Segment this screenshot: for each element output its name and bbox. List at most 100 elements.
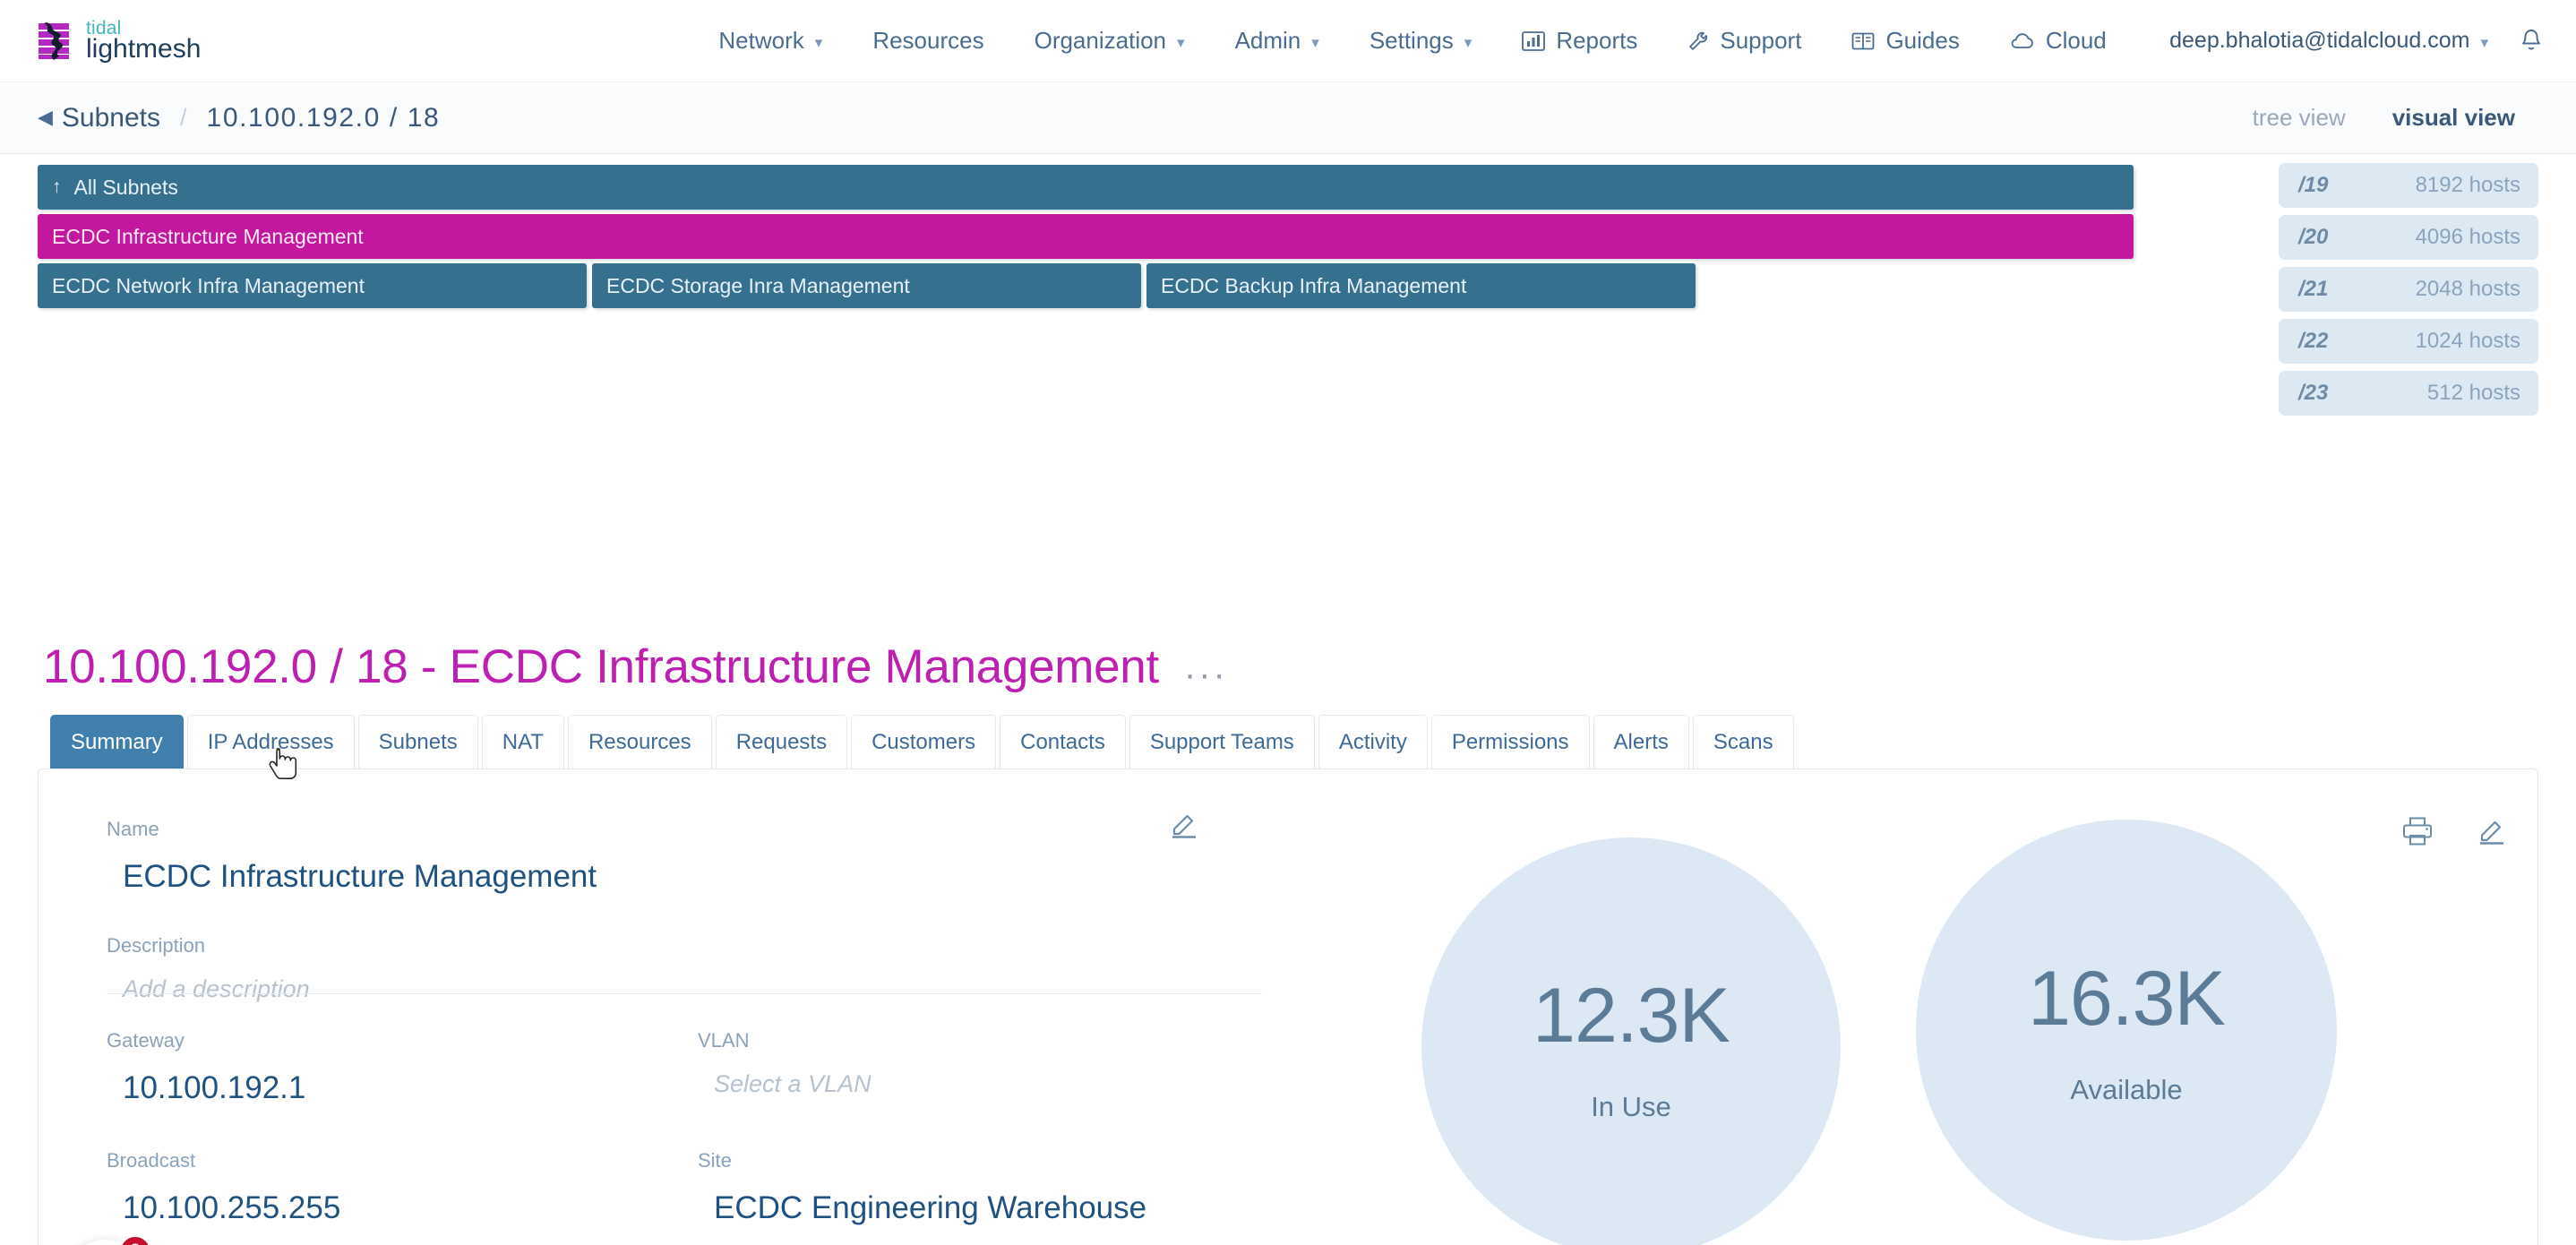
nav-label: Support — [1720, 27, 1802, 54]
nav-label: Organization — [1034, 27, 1167, 54]
primary-nav: Network ▾ Resources Organization ▾ Admin… — [693, 14, 2131, 68]
chevron-down-icon: ▾ — [2480, 34, 2488, 51]
tab-scans[interactable]: Scans — [1692, 715, 1794, 768]
nav-item-network[interactable]: Network ▾ — [693, 14, 847, 68]
field-divider — [107, 993, 1262, 994]
site-value[interactable]: ECDC Engineering Warehouse — [698, 1190, 1289, 1226]
chevron-down-icon: ▾ — [1311, 34, 1319, 51]
cidr-prefix: /23 — [2298, 381, 2329, 405]
page-title-row: 10.100.192.0 / 18 - ECDC Infrastructure … — [43, 640, 1228, 694]
cidr-legend-row: /20 4096 hosts — [2279, 215, 2538, 260]
user-email-label: deep.bhalotia@tidalcloud.com — [2169, 28, 2470, 53]
subnet-bar-label: ECDC Backup Infra Management — [1161, 273, 1467, 297]
cidr-prefix: /21 — [2298, 277, 2329, 301]
summary-fields-grid: Gateway 10.100.192.1 VLAN Select a VLAN … — [107, 1029, 1271, 1226]
nav-item-organization[interactable]: Organization ▾ — [1009, 14, 1210, 68]
subnet-map-row-1: ECDC Infrastructure Management — [38, 214, 2205, 261]
summary-card: Name ECDC Infrastructure Management Desc… — [38, 768, 2538, 1245]
cidr-hosts: 512 hosts — [2426, 381, 2520, 405]
site-field: Site ECDC Engineering Warehouse — [698, 1149, 1289, 1226]
chevron-down-icon: ▾ — [1464, 34, 1473, 51]
tab-label: Resources — [588, 729, 691, 754]
tree-view-button[interactable]: tree view — [2229, 104, 2369, 132]
description-label: Description — [107, 934, 206, 957]
tab-resources[interactable]: Resources — [567, 715, 712, 768]
breadcrumb-current: 10.100.192.0 / 18 — [206, 102, 441, 133]
tab-ip-addresses[interactable]: IP Addresses — [186, 715, 355, 768]
tab-support-teams[interactable]: Support Teams — [1129, 715, 1315, 768]
subnet-bar-all-subnets[interactable]: ↑ All Subnets — [38, 165, 2134, 210]
tab-summary[interactable]: Summary — [50, 715, 184, 768]
tab-label: Activity — [1338, 729, 1407, 754]
cloud-icon — [2010, 32, 2035, 50]
tab-label: NAT — [502, 729, 544, 754]
notifications-bell-icon[interactable] — [2519, 28, 2544, 55]
gateway-value[interactable]: 10.100.192.1 — [107, 1070, 698, 1106]
name-label: Name — [107, 818, 159, 840]
name-edit-pencil-icon[interactable] — [1169, 811, 1199, 844]
brand-logo[interactable]: tidal lightmesh — [36, 18, 202, 64]
subnet-visual-map: ↑ All Subnets ECDC Infrastructure Manage… — [38, 165, 2205, 313]
description-input[interactable]: Add a description — [107, 975, 1262, 1003]
cidr-prefix: /20 — [2298, 225, 2329, 249]
nav-label: Network — [718, 27, 804, 54]
nav-item-support[interactable]: Support — [1662, 14, 1826, 68]
tab-label: Support Teams — [1149, 729, 1294, 754]
user-menu[interactable]: deep.bhalotia@tidalcloud.com ▾ — [2144, 14, 2488, 68]
arrow-up-icon: ↑ — [52, 176, 62, 197]
brand-wordmark: tidal lightmesh — [86, 18, 202, 64]
broadcast-value: 10.100.255.255 — [123, 1190, 341, 1225]
tab-alerts[interactable]: Alerts — [1593, 715, 1689, 768]
vlan-select[interactable]: Select a VLAN — [698, 1070, 1289, 1098]
breadcrumb-separator: / — [180, 104, 187, 131]
nav-item-reports[interactable]: Reports — [1497, 14, 1662, 68]
nav-item-cloud[interactable]: Cloud — [1985, 14, 2132, 68]
nav-item-settings[interactable]: Settings ▾ — [1344, 14, 1498, 68]
lightmesh-logo-icon — [36, 21, 73, 61]
cidr-legend: /19 8192 hosts /20 4096 hosts /21 2048 h… — [2279, 163, 2538, 416]
nav-label: Reports — [1556, 27, 1638, 54]
tab-label: IP Addresses — [207, 729, 334, 754]
subnet-bar-label: All Subnets — [73, 175, 178, 199]
chart-bar-icon — [1522, 30, 1546, 52]
cidr-legend-row: /19 8192 hosts — [2279, 163, 2538, 208]
gateway-label: Gateway — [107, 1029, 185, 1052]
subnet-bar-ecdc-backup-infra-management[interactable]: ECDC Backup Infra Management — [1146, 263, 1696, 308]
broadcast-field: Broadcast 10.100.255.255 — [107, 1149, 698, 1226]
page-title: 10.100.192.0 / 18 - ECDC Infrastructure … — [43, 640, 1159, 693]
tab-label: Scans — [1713, 729, 1773, 754]
tab-label: Permissions — [1451, 729, 1569, 754]
subnet-map-row-2: ECDC Network Infra Management ECDC Stora… — [38, 263, 2205, 310]
nav-item-resources[interactable]: Resources — [847, 14, 1009, 68]
brand-line-2: lightmesh — [86, 33, 202, 64]
stat-circle-in-use: 12.3K In Use — [1421, 837, 1841, 1245]
subnet-bar-ecdc-storage-inra-management[interactable]: ECDC Storage Inra Management — [592, 263, 1141, 308]
wrench-icon — [1687, 30, 1709, 52]
tab-permissions[interactable]: Permissions — [1430, 715, 1590, 768]
tab-contacts[interactable]: Contacts — [1000, 715, 1126, 768]
visual-view-button[interactable]: visual view — [2369, 104, 2538, 132]
tab-customers[interactable]: Customers — [851, 715, 997, 768]
nav-right-cluster: deep.bhalotia@tidalcloud.com ▾ — [2144, 14, 2544, 68]
tab-nat[interactable]: NAT — [481, 715, 564, 768]
cidr-prefix: /19 — [2298, 173, 2329, 197]
broadcast-label: Broadcast — [107, 1149, 196, 1172]
subnet-bar-ecdc-infrastructure-management[interactable]: ECDC Infrastructure Management — [38, 214, 2134, 259]
tab-requests[interactable]: Requests — [715, 715, 848, 768]
tab-subnets[interactable]: Subnets — [357, 715, 478, 768]
stat-circle-available: 16.3K Available — [1916, 820, 2337, 1241]
nav-item-guides[interactable]: Guides — [1826, 14, 1984, 68]
nav-label: Resources — [872, 27, 984, 54]
chevron-left-icon: ◀ — [38, 105, 53, 128]
breadcrumb-back-subnets[interactable]: ◀ Subnets — [38, 103, 160, 133]
subnet-map-row-0: ↑ All Subnets — [38, 165, 2205, 211]
nav-label: Guides — [1885, 27, 1960, 54]
tab-label: Customers — [872, 729, 976, 754]
tab-activity[interactable]: Activity — [1318, 715, 1428, 768]
tab-label: Summary — [71, 729, 163, 754]
subnet-bar-ecdc-network-infra-management[interactable]: ECDC Network Infra Management — [38, 263, 587, 308]
nav-item-admin[interactable]: Admin ▾ — [1210, 14, 1344, 68]
more-actions-menu[interactable]: ··· — [1184, 657, 1228, 694]
name-value[interactable]: ECDC Infrastructure Management — [107, 859, 1262, 895]
nav-label: Cloud — [2045, 27, 2107, 54]
